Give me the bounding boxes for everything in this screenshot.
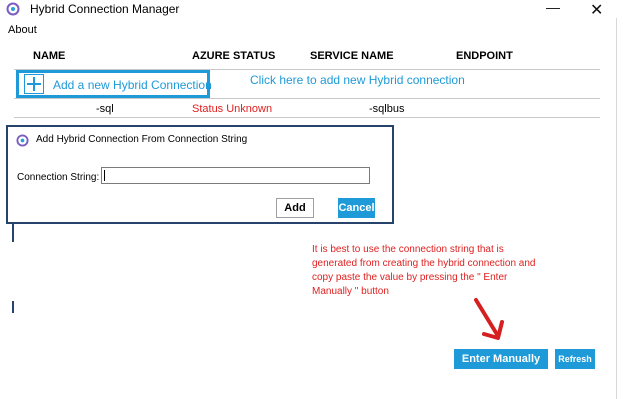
close-icon[interactable]: ✕ <box>590 0 603 20</box>
list-scrollbar-fragment <box>12 224 14 242</box>
row-azure-status: Status Unknown <box>192 103 273 115</box>
window-right-border <box>616 18 617 399</box>
add-hybrid-connection-label: Add a new Hybrid Connection <box>53 78 212 92</box>
add-connection-dialog: Add Hybrid Connection From Connection St… <box>6 125 394 224</box>
add-connection-hint: Click here to add new Hybrid connection <box>250 73 465 87</box>
list-scrollbar-fragment <box>12 301 14 313</box>
plus-icon <box>24 74 44 94</box>
add-button[interactable]: Add <box>276 198 314 218</box>
add-hybrid-connection-button[interactable]: Add a new Hybrid Connection <box>16 70 212 98</box>
column-header-azure-status: AZURE STATUS <box>192 50 276 62</box>
enter-manually-button[interactable]: Enter Manually <box>454 349 548 369</box>
dialog-title: Add Hybrid Connection From Connection St… <box>36 134 248 145</box>
app-logo-icon <box>16 134 29 147</box>
refresh-button[interactable]: Refresh <box>555 349 595 369</box>
instruction-note: It is best to use the connection string … <box>312 244 536 297</box>
app-logo-icon <box>6 2 20 16</box>
connection-string-input[interactable] <box>101 167 370 184</box>
cancel-button[interactable]: Cancel <box>338 198 375 218</box>
column-header-name: NAME <box>33 50 66 62</box>
connection-string-label: Connection String: <box>17 172 100 183</box>
row-service-name: -sqlbus <box>369 103 405 115</box>
menu-about[interactable]: About <box>8 24 37 36</box>
minimize-icon[interactable]: — <box>546 0 560 15</box>
window-title: Hybrid Connection Manager <box>30 2 180 16</box>
row-divider-top <box>14 98 600 99</box>
arrow-down-right-icon <box>474 298 504 340</box>
row-divider-bottom <box>14 117 600 118</box>
column-header-endpoint: ENDPOINT <box>456 50 513 62</box>
title-bar: Hybrid Connection Manager — ✕ <box>0 0 623 20</box>
row-name[interactable]: -sql <box>96 103 114 115</box>
column-header-service-name: SERVICE NAME <box>310 50 394 62</box>
text-caret <box>104 170 105 181</box>
